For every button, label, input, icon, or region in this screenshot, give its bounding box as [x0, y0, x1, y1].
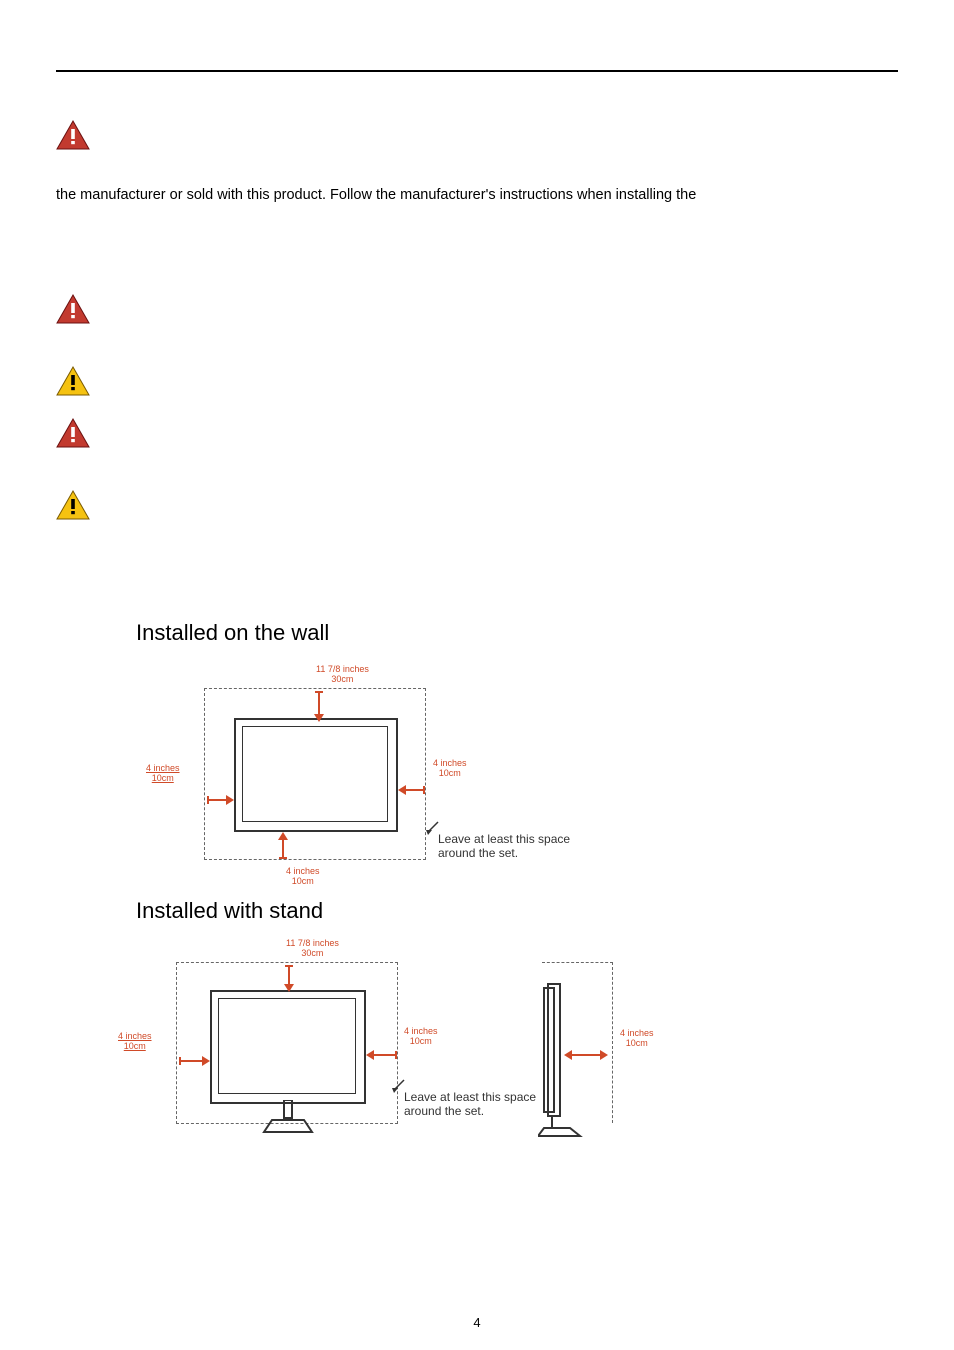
bottom-measure-inches: 4 inches [286, 866, 320, 876]
warning-row-2: Do not place the monitor on an unstable … [56, 294, 898, 324]
arrow-left-icon [364, 1048, 398, 1067]
arrow-down-icon [312, 690, 326, 729]
leader-icon [392, 1076, 406, 1099]
warning-yellow-icon [56, 490, 90, 520]
header-rule [56, 70, 898, 72]
left-measure-cm: 10cm [124, 1041, 146, 1051]
warning-text: Do not place the monitor in an enclosed … [106, 418, 898, 419]
stand-diagram: 11 7/8 inches 30cm 4 inches 10cm 4 inche… [76, 936, 898, 1166]
warning-text: Use only a cart, stand, tripod, bracket,… [106, 120, 898, 121]
page-number: 4 [0, 1315, 954, 1330]
bottom-measure-cm: 10cm [292, 876, 314, 886]
warning-row-3: Do not place the monitor on a bed, sofa,… [56, 366, 898, 396]
monitor-stand-icon [260, 1100, 316, 1141]
left-measure-inches: 4 inches [146, 763, 180, 773]
clearance-note: Leave at least this space around the set… [404, 1076, 536, 1118]
warning-red-icon [56, 120, 90, 150]
top-measure-cm: 30cm [331, 674, 353, 684]
warning-row-1: Use only a cart, stand, tripod, bracket,… [56, 120, 898, 150]
clearance-note: Leave at least this space around the set… [438, 818, 570, 860]
arrow-right-icon [178, 1054, 212, 1073]
warning-yellow-icon [56, 366, 90, 396]
far-right-measure-inches: 4 inches [620, 1028, 654, 1038]
right-measure-cm: 10cm [439, 768, 461, 778]
warning-row-5: Install the monitor with adequate space … [56, 490, 898, 520]
mid-measure-inches: 4 inches [404, 1026, 438, 1036]
warning-text: Do not place the monitor on a bed, sofa,… [106, 366, 898, 367]
warning-text: Do not place the monitor on an unstable … [106, 294, 898, 295]
left-measure-cm: 10cm [152, 773, 174, 783]
top-measure-cm: 30cm [301, 948, 323, 958]
warning-red-icon [56, 294, 90, 324]
body-paragraph: the manufacturer or sold with this produ… [56, 182, 898, 208]
mid-measure-cm: 10cm [410, 1036, 432, 1046]
top-measure-inches: 11 7/8 inches [286, 938, 339, 948]
leader-icon [426, 818, 440, 841]
warning-red-icon [56, 418, 90, 448]
left-measure-inches: 4 inches [118, 1031, 152, 1041]
document-page: Use only a cart, stand, tripod, bracket,… [0, 0, 954, 1350]
wall-diagram: 11 7/8 inches 30cm 4 inches 10cm 4 inche… [76, 658, 898, 888]
diagram-2-title: Installed with stand [136, 898, 898, 924]
far-right-measure-cm: 10cm [626, 1038, 648, 1048]
right-measure-inches: 4 inches [433, 758, 467, 768]
warning-text: Install the monitor with adequate space … [106, 490, 898, 491]
arrow-left-icon [396, 783, 426, 802]
diagram-1-title: Installed on the wall [136, 620, 898, 646]
arrow-down-icon [282, 964, 296, 999]
warning-row-4: Do not place the monitor in an enclosed … [56, 418, 898, 448]
arrow-up-icon [276, 830, 290, 865]
arrow-right-icon [206, 793, 236, 812]
top-measure-inches: 11 7/8 inches [316, 664, 369, 674]
arrow-horizontal-icon [562, 1048, 610, 1067]
